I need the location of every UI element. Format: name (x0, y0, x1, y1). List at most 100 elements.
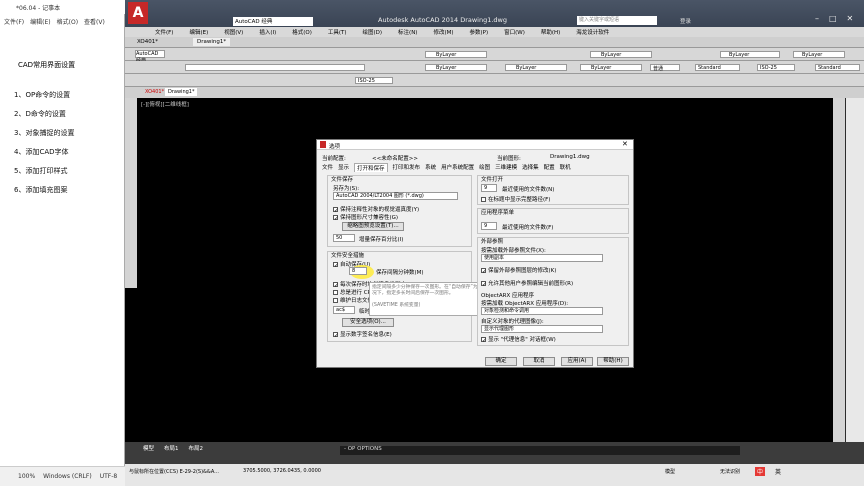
menu-draw[interactable]: 绘图(D) (363, 28, 383, 36)
security-options-button[interactable]: 安全选项(O)... (342, 318, 394, 327)
list-item: 4、添加CAD字体 (14, 148, 69, 156)
proxy-select[interactable]: 显示代理图形 (481, 325, 603, 333)
menu-dimension[interactable]: 标注(N) (398, 28, 417, 36)
checkbox-icon[interactable]: ✓ (481, 281, 487, 288)
window-controls[interactable]: –□✕ (815, 14, 863, 23)
dim-style-select[interactable]: ISO-25 (757, 64, 795, 71)
thumbnail-settings-button[interactable]: 缩略图预览设置(T)... (342, 222, 404, 231)
tab-xo401[interactable]: XO401* (137, 39, 158, 45)
keep-annot-checkbox[interactable]: ✓保持注释性对象的视觉逼真度(Y) (333, 205, 419, 214)
checkbox-icon[interactable]: ✓ (333, 282, 339, 289)
menu-tools[interactable]: 工具(T) (328, 28, 347, 36)
search-input[interactable]: 键入关键字或短语 (577, 16, 657, 25)
recent-files-input[interactable]: 9 (481, 184, 497, 192)
dim-style-select-2[interactable]: ISO-25 (355, 77, 393, 84)
tab-open-save[interactable]: 打开和保存 (354, 163, 388, 172)
np-menu-view[interactable]: 查看(V) (84, 17, 105, 26)
tab-layout1[interactable]: 布局1 (164, 444, 179, 452)
tab-drafting[interactable]: 绘图 (479, 163, 490, 172)
tab-model[interactable]: 模型 (143, 444, 154, 452)
autosave-minutes-input[interactable]: 8 (349, 267, 367, 275)
help-button[interactable]: 帮助(H) (597, 357, 629, 366)
save-as-select[interactable]: AutoCAD 2004/LT2004 图形 (*.dwg) (333, 192, 458, 200)
view-label[interactable]: [-][俯视][二维线框] (141, 100, 189, 108)
tab-layout2[interactable]: 布局2 (189, 444, 204, 452)
close-icon[interactable]: ✕ (622, 140, 628, 148)
checkbox-icon[interactable] (333, 298, 338, 303)
ime-indicator[interactable]: 中 (755, 467, 766, 476)
workspace-select[interactable]: AutoCAD 经典 (233, 17, 313, 26)
digital-sig-checkbox[interactable]: ✓显示数字签名信息(E) (333, 330, 392, 339)
tab-plot[interactable]: 打印和发布 (393, 163, 421, 172)
checkbox-icon[interactable]: ✓ (333, 332, 339, 339)
temp-ext-input[interactable]: ac$ (333, 306, 355, 314)
menu-parameters[interactable]: 参数(P) (470, 28, 489, 36)
tab-online[interactable]: 联机 (560, 163, 571, 172)
dialog-title: 选项 (329, 144, 341, 150)
menu-format[interactable]: 格式(O) (292, 28, 312, 36)
menu-file[interactable]: 文件(F) (155, 28, 173, 36)
menu-modify[interactable]: 修改(M) (433, 28, 453, 36)
xref-load-select[interactable]: 使用副本 (481, 254, 603, 262)
checkbox-icon[interactable] (481, 197, 486, 202)
apply-button[interactable]: 应用(A) (561, 357, 593, 366)
text-style-select[interactable]: Standard (695, 64, 740, 71)
menu-insert[interactable]: 插入(I) (259, 28, 276, 36)
lineweight-dropdown[interactable]: ByLayer (720, 51, 780, 58)
tab-profiles[interactable]: 配置 (544, 163, 555, 172)
table-style-select[interactable]: Standard (815, 64, 860, 71)
menu-window[interactable]: 窗口(W) (504, 28, 525, 36)
incremental-input[interactable]: 50 (333, 234, 355, 242)
login-button[interactable]: 登录 (680, 17, 691, 25)
tab-user-prefs[interactable]: 用户系统配置 (441, 163, 474, 172)
tab-files[interactable]: 文件 (322, 163, 333, 172)
ime-mode[interactable]: 英 (775, 467, 781, 476)
command-line[interactable]: - OP OPTIONS (340, 446, 740, 455)
tab-selection[interactable]: 选择集 (522, 163, 539, 172)
color-dropdown[interactable]: ByLayer (425, 51, 487, 58)
draw-toolbar: ISO-25 (125, 74, 864, 87)
file-tab-drawing1[interactable]: Drawing1* (165, 88, 198, 96)
np-menu-format[interactable]: 格式(O) (57, 17, 78, 26)
menu-help[interactable]: 帮助(H) (541, 28, 560, 36)
menu-hailong[interactable]: 海龙设计软件 (576, 28, 609, 36)
layer-color-dropdown[interactable]: ByLayer (425, 64, 487, 71)
allow-edit-checkbox[interactable]: ✓允许其他用户参照编辑当前图形(R) (481, 279, 573, 288)
notepad-status: 100% Windows (CRLF) UTF-8 (0, 466, 125, 486)
proxy-dialog-checkbox[interactable]: ✓显示 "代理信息" 对话框(W) (481, 335, 556, 344)
app-recent-input[interactable]: 9 (481, 222, 497, 230)
workspace-dropdown[interactable]: AutoCAD 经典 (135, 50, 165, 64)
cancel-button[interactable]: 取消 (523, 357, 555, 366)
keep-layer-checkbox[interactable]: ✓保留外部参照图层的修改(K) (481, 266, 556, 275)
checkbox-icon[interactable]: ✓ (481, 268, 487, 275)
layer-dropdown[interactable] (185, 64, 365, 71)
fullpath-checkbox[interactable]: 在标题中显示完整路径(F) (481, 195, 550, 203)
tab-display[interactable]: 显示 (338, 163, 349, 172)
np-menu-file[interactable]: 文件(F) (4, 17, 24, 26)
list-item: 5、添加打印样式 (14, 167, 68, 175)
tab-system[interactable]: 系统 (425, 163, 436, 172)
ok-button[interactable]: 确定 (485, 357, 517, 366)
checkbox-icon[interactable]: ✓ (481, 337, 487, 344)
checkbox-icon[interactable] (333, 290, 338, 295)
np-menu-edit[interactable]: 编辑(E) (30, 17, 50, 26)
tab-drawing1[interactable]: Drawing1* (193, 38, 231, 46)
options-dialog: 选项 ✕ 当前配置: <<未命名配置>> 当前图形: Drawing1.dwg … (316, 139, 634, 368)
plotstyle-dropdown[interactable]: ByLayer (793, 51, 845, 58)
plot-style-select[interactable]: 普通 (650, 64, 680, 72)
linetype-dropdown[interactable]: ByLayer (590, 51, 652, 58)
vertical-scrollbar[interactable] (846, 98, 864, 442)
menu-view[interactable]: 视图(V) (224, 28, 243, 36)
file-tab-xo401[interactable]: XO401* (145, 89, 164, 95)
menu-edit[interactable]: 编辑(E) (189, 28, 208, 36)
checkbox-icon[interactable]: ✓ (333, 262, 339, 269)
checkbox-icon[interactable]: ✓ (333, 215, 339, 222)
tab-3d[interactable]: 三维建模 (495, 163, 517, 172)
checkbox-icon[interactable]: ✓ (333, 207, 339, 214)
demand-load-select[interactable]: 对象检测和命令调用 (481, 307, 603, 315)
model-status[interactable]: 模型 (665, 468, 675, 475)
autocad-logo-icon[interactable]: A (128, 2, 148, 24)
keep-size-checkbox[interactable]: ✓保持图形尺寸兼容性(G) (333, 213, 398, 222)
layer-linetype-dropdown[interactable]: ByLayer (505, 64, 567, 71)
layer-lineweight-dropdown[interactable]: ByLayer (580, 64, 642, 71)
